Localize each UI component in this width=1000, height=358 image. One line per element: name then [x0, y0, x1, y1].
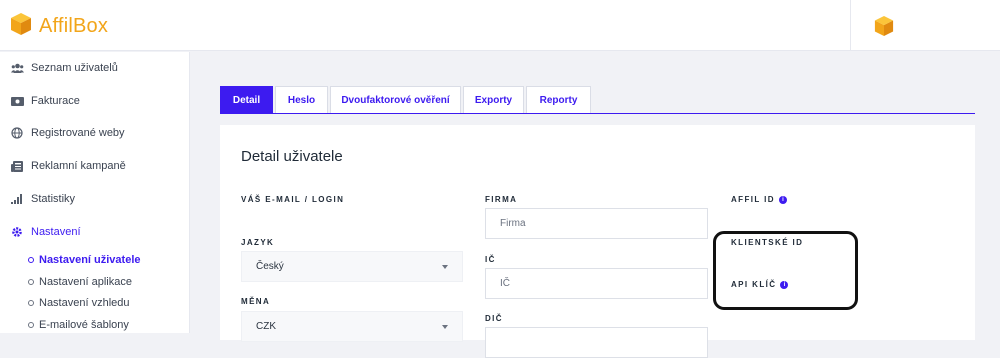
tab-password[interactable]: Heslo [275, 86, 328, 113]
sidebar-item-campaigns[interactable]: Reklamní kampaně [0, 151, 190, 181]
ic-placeholder: IČ [500, 278, 510, 289]
top-bar: AffilBox [0, 0, 1000, 51]
info-icon[interactable]: i [778, 195, 787, 204]
dic-label: DIČ [485, 314, 503, 323]
sidebar-subitem-app-settings[interactable]: Nastavení aplikace [28, 272, 132, 292]
affil-id-label: AFFIL ID i [731, 195, 787, 204]
sidebar-item-label: Nastavení [31, 226, 81, 238]
money-icon [10, 94, 24, 108]
tab-exports[interactable]: Exporty [463, 86, 524, 113]
newspaper-icon [10, 159, 24, 173]
sidebar-item-label: Registrované weby [31, 127, 125, 139]
sidebar-subitem-label: E-mailové šablony [39, 319, 129, 331]
ic-input[interactable]: IČ [485, 268, 708, 299]
bar-chart-icon [10, 192, 24, 206]
company-label: FIRMA [485, 195, 518, 204]
sidebar-item-websites[interactable]: Registrované weby [0, 118, 190, 148]
company-placeholder: Firma [500, 218, 526, 229]
sidebar-item-label: Reklamní kampaně [31, 160, 126, 172]
bullet-icon [28, 279, 34, 285]
highlight-annotation [713, 231, 858, 310]
sidebar-subitem-appearance-settings[interactable]: Nastavení vzhledu [28, 293, 130, 313]
bullet-icon [28, 257, 34, 263]
sidebar-subitem-label: Nastavení uživatele [39, 254, 141, 266]
language-label: JAZYK [241, 238, 275, 247]
sidebar-subitem-label: Nastavení vzhledu [39, 297, 130, 309]
ic-label: IČ [485, 255, 496, 264]
caret-down-icon [442, 265, 448, 269]
sidebar-item-statistics[interactable]: Statistiky [0, 184, 190, 214]
company-input[interactable]: Firma [485, 208, 708, 239]
sidebar-subitem-label: Nastavení aplikace [39, 276, 132, 288]
topbar-divider [850, 0, 851, 51]
bullet-icon [28, 300, 34, 306]
sidebar-subitem-user-settings[interactable]: Nastavení uživatele [28, 250, 141, 270]
tab-reports[interactable]: Reporty [526, 86, 591, 113]
brand-logo[interactable]: AffilBox [10, 12, 108, 41]
sidebar-item-label: Seznam uživatelů [31, 62, 118, 74]
email-label: VÁŠ E-MAIL / LOGIN [241, 195, 345, 204]
tab-two-factor[interactable]: Dvoufaktorové ověření [330, 86, 461, 113]
sidebar-item-label: Fakturace [31, 95, 80, 107]
cog-icon [10, 225, 24, 239]
sidebar-item-billing[interactable]: Fakturace [0, 86, 190, 116]
users-icon [10, 61, 24, 75]
currency-label: MĚNA [241, 297, 271, 306]
bullet-icon [28, 322, 34, 328]
sidebar-subitem-email-templates[interactable]: E-mailové šablony [28, 315, 129, 335]
brand-name: AffilBox [39, 15, 109, 37]
user-detail-card: Detail uživatele VÁŠ E-MAIL / LOGIN JAZY… [220, 125, 975, 358]
dic-input[interactable] [485, 327, 708, 358]
currency-select-value: CZK [256, 321, 276, 332]
settings-tabs: Detail Heslo Dvoufaktorové ověření Expor… [220, 86, 975, 114]
sidebar: Seznam uživatelů Fakturace Registrované … [0, 52, 190, 333]
sidebar-item-label: Statistiky [31, 193, 76, 205]
language-select-value: Český [256, 261, 284, 272]
box-logo-icon [10, 12, 32, 41]
card-title: Detail uživatele [241, 148, 343, 165]
language-select[interactable]: Český [241, 251, 463, 282]
affil-id-label-text: AFFIL ID [731, 195, 775, 204]
box-icon[interactable] [874, 15, 894, 42]
caret-down-icon [442, 325, 448, 329]
globe-icon [10, 126, 24, 140]
sidebar-item-settings[interactable]: Nastavení [0, 217, 190, 247]
sidebar-item-users[interactable]: Seznam uživatelů [0, 53, 190, 83]
tab-detail[interactable]: Detail [220, 86, 273, 113]
currency-select[interactable]: CZK [241, 311, 463, 342]
